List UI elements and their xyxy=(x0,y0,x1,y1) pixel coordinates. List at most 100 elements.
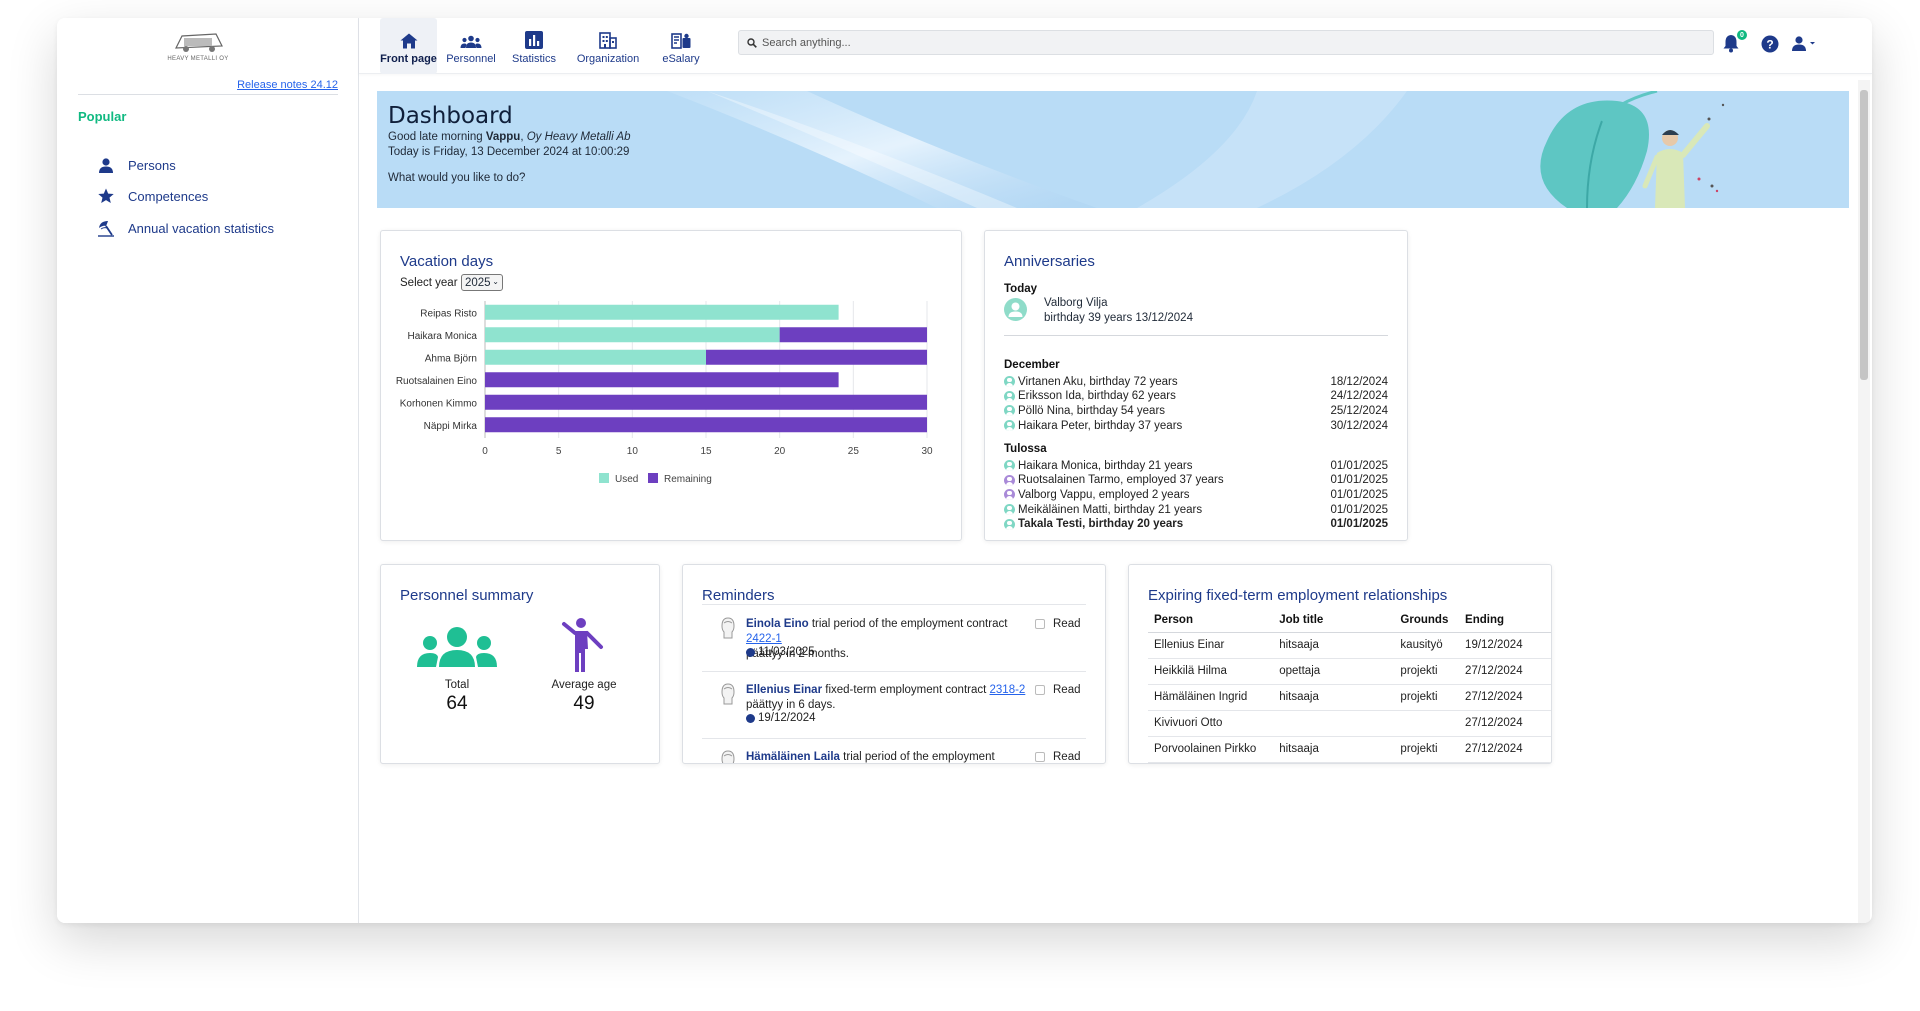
contract-link[interactable]: 2422-1 xyxy=(746,633,782,645)
table-row[interactable]: Hämäläinen Ingrid hitsaaja projekti 27/12/2… xyxy=(1148,684,1551,711)
scrollbar-thumb[interactable] xyxy=(1860,90,1868,380)
release-notes-link[interactable]: Release notes 24.12 xyxy=(237,79,338,91)
anniversary-row[interactable]: Meikäläinen Matti, birthday 21 years 01/0… xyxy=(1004,502,1388,517)
logo-emblem-icon xyxy=(175,33,223,52)
avatar-icon xyxy=(1004,376,1015,387)
greeting-line: Good late morning Vappu, Oy Heavy Metall… xyxy=(388,131,631,143)
table-cell: 27/12/2024 xyxy=(1459,658,1551,685)
anniversary-date: 30/12/2024 xyxy=(1330,419,1388,432)
chevron-down-icon: ⌄ xyxy=(492,277,499,286)
tab-esalary[interactable]: eSalary xyxy=(653,18,709,74)
checkbox[interactable] xyxy=(1035,619,1045,629)
avatar-icon xyxy=(1004,474,1015,486)
tab-organization[interactable]: Organization xyxy=(571,18,645,74)
bar-chart-icon xyxy=(525,27,543,49)
anniversary-row[interactable]: Pöllö Nina, birthday 54 years 25/12/2024 xyxy=(1004,403,1388,418)
bar-remaining[interactable] xyxy=(706,349,927,365)
bar-used[interactable] xyxy=(485,349,706,365)
table-row[interactable]: Heikkilä Hilma opettaja projekti 27/12/2024 xyxy=(1148,658,1551,685)
reminder-divider xyxy=(702,604,1086,605)
search-placeholder: Search anything... xyxy=(762,36,851,49)
bar-remaining[interactable] xyxy=(779,327,927,343)
column-header[interactable]: Ending xyxy=(1459,609,1551,633)
anniversary-section-heading: Tulossa xyxy=(1004,443,1047,455)
legend-label: Remaining xyxy=(664,474,712,485)
card-title: Vacation days xyxy=(400,253,494,270)
reminder-person-link[interactable]: Ellenius Einar xyxy=(746,684,822,696)
anniversary-row[interactable]: Haikara Peter, birthday 37 years 30/12/20… xyxy=(1004,418,1388,433)
tab-statistics[interactable]: Statistics xyxy=(505,18,563,74)
svg-text:?: ? xyxy=(1766,38,1773,52)
table-cell: Porvoolainen Pirkko xyxy=(1148,736,1274,763)
reminder-person-link[interactable]: Hämäläinen Laila xyxy=(746,751,840,763)
table-row[interactable]: Ellenius Einar hitsaaja kausityö 19/12/2024 xyxy=(1148,632,1551,659)
mark-read-checkbox[interactable]: Read xyxy=(1035,684,1081,696)
table-cell: kausityö xyxy=(1394,632,1460,659)
table-cell: hitsaaja xyxy=(1273,684,1395,711)
page-scrollbar[interactable] xyxy=(1858,80,1870,923)
anniversary-row[interactable]: Virtanen Aku, birthday 72 years 18/12/202… xyxy=(1004,374,1388,389)
bar-remaining[interactable] xyxy=(485,372,839,388)
anniversaries-divider xyxy=(1004,335,1388,336)
sidebar-item-competences[interactable]: Competences xyxy=(95,185,208,207)
year-select[interactable]: 2025 ⌄ xyxy=(461,274,503,291)
table-cell: 27/12/2024 xyxy=(1459,684,1551,711)
tab-personnel[interactable]: Personnel xyxy=(443,18,499,74)
legend-swatch xyxy=(648,473,658,483)
user-menu-icon[interactable] xyxy=(1792,36,1816,57)
sidebar-item-annual-vacation-statistics[interactable]: Annual vacation statistics xyxy=(95,217,274,239)
reminder-divider xyxy=(702,738,1086,739)
read-label: Read xyxy=(1053,751,1081,763)
column-header[interactable]: Grounds xyxy=(1394,609,1460,633)
anniversary-row[interactable]: Takala Testi, birthday 20 years 01/01/202… xyxy=(1004,517,1388,532)
reminder-divider xyxy=(702,671,1086,672)
column-header[interactable]: Person xyxy=(1148,609,1274,633)
today-name: Valborg Vilja xyxy=(1044,297,1108,309)
vacation-days-card: Vacation days Select year 2025 ⌄ Reipas … xyxy=(380,230,962,541)
column-header[interactable]: Job title xyxy=(1273,609,1395,633)
avatar-icon xyxy=(1004,518,1015,530)
reminders-card: Reminders Einola Eino trial period of th… xyxy=(682,564,1106,764)
mark-read-checkbox[interactable]: Read xyxy=(1035,751,1081,763)
expiring-table: Person Job title Grounds Ending Ellenius Ei… xyxy=(1148,609,1551,763)
checkbox[interactable] xyxy=(1035,752,1045,762)
help-icon[interactable]: ? xyxy=(1761,35,1779,58)
avatar-icon xyxy=(1004,405,1015,417)
bar-remaining[interactable] xyxy=(485,394,927,410)
building-icon xyxy=(599,27,617,49)
x-tick-label: 25 xyxy=(848,446,860,457)
anniversary-row[interactable]: Eriksson Ida, birthday 62 years 24/12/202… xyxy=(1004,389,1388,404)
table-cell: hitsaaja xyxy=(1273,736,1395,763)
bar-remaining[interactable] xyxy=(485,417,927,433)
avatar-icon xyxy=(1004,420,1015,432)
person-icon xyxy=(95,156,117,174)
table-row[interactable]: Kivivuori Otto 27/12/2024 xyxy=(1148,710,1551,737)
search-input[interactable]: Search anything... xyxy=(738,30,1714,55)
table-cell: projekti xyxy=(1394,658,1460,685)
bar-used[interactable] xyxy=(485,327,780,343)
tab-label: eSalary xyxy=(662,53,700,65)
checkbox[interactable] xyxy=(1035,685,1045,695)
contract-link[interactable]: 2318-2 xyxy=(990,684,1026,696)
anniversary-row[interactable]: Haikara Monica, birthday 21 years 01/01/2… xyxy=(1004,458,1388,473)
table-row[interactable]: Porvoolainen Pirkko hitsaaja projekti 27/12… xyxy=(1148,736,1551,763)
mark-read-checkbox[interactable]: Read xyxy=(1035,618,1081,630)
company-logo[interactable]: HEAVY METALLI OY xyxy=(162,26,234,66)
x-tick-label: 0 xyxy=(482,446,488,457)
bar-used[interactable] xyxy=(485,304,839,320)
table-cell: opettaja xyxy=(1273,658,1395,685)
anniversary-text: Meikäläinen Matti, birthday 21 years xyxy=(1018,503,1203,516)
avatar-icon xyxy=(1004,489,1015,501)
tab-front-page[interactable]: Front page xyxy=(380,18,437,74)
reminder-date: 19/12/2024 xyxy=(746,712,816,724)
read-label: Read xyxy=(1053,684,1081,696)
anniversary-row[interactable]: Valborg Vappu, employed 2 years 01/01/202… xyxy=(1004,487,1388,502)
anniversary-section-heading: December xyxy=(1004,359,1060,371)
reminder-person-link[interactable]: Einola Eino xyxy=(746,618,809,630)
table-cell xyxy=(1394,710,1460,737)
y-category-label: Korhonen Kimmo xyxy=(400,398,478,409)
sidebar-item-persons[interactable]: Persons xyxy=(95,154,176,176)
table-cell: 27/12/2024 xyxy=(1459,710,1551,737)
anniversary-row[interactable]: Ruotsalainen Tarmo, employed 37 years 01/… xyxy=(1004,473,1388,488)
x-tick-label: 15 xyxy=(700,446,712,457)
